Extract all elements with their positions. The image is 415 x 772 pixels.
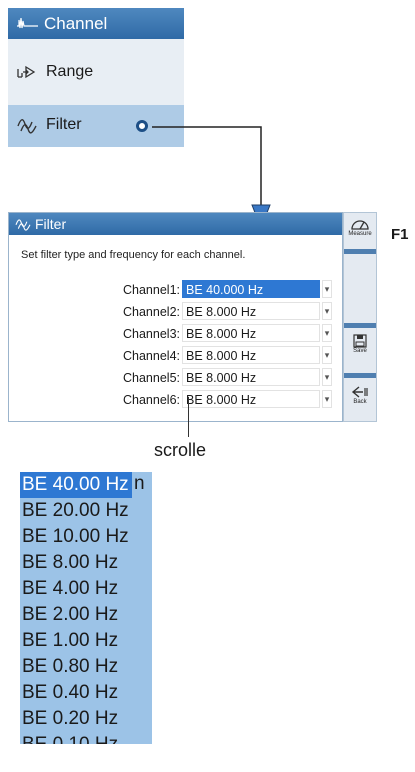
channel-filter-select[interactable]: BE 40.000 Hz bbox=[182, 280, 320, 298]
list-item[interactable]: BE 8.00 Hz bbox=[20, 550, 152, 576]
sidebar-divider bbox=[344, 249, 376, 254]
list-item[interactable]: BE 1.00 Hz bbox=[20, 628, 152, 654]
dropdown-arrow-icon[interactable]: ▾ bbox=[322, 280, 332, 298]
channel-filter-select[interactable]: BE 8.000 Hz bbox=[182, 390, 320, 408]
list-item[interactable]: BE 0.80 Hz bbox=[20, 654, 152, 680]
channel-filter-value: BE 40.000 Hz bbox=[186, 283, 264, 297]
list-item-label: BE 10.00 Hz bbox=[22, 526, 129, 547]
save-button[interactable]: Save bbox=[344, 334, 376, 354]
dropdown-arrow-icon[interactable]: ▾ bbox=[322, 324, 332, 342]
back-button[interactable]: Back bbox=[344, 385, 376, 405]
list-item-label: BE 0.10 Hz bbox=[22, 734, 118, 744]
sidebar-divider bbox=[344, 373, 376, 378]
list-item-label: BE 1.00 Hz bbox=[22, 630, 119, 651]
dialog-title: Filter bbox=[35, 216, 67, 232]
channel-row: Channel6: BE 8.000 Hz ▾ bbox=[9, 390, 342, 410]
list-item-label: BE 4.00 Hz bbox=[22, 578, 119, 599]
sidebar-divider bbox=[344, 323, 376, 328]
list-item[interactable]: BE 0.10 Hz bbox=[20, 732, 152, 744]
list-item-label: BE 2.00 Hz bbox=[22, 604, 119, 625]
dialog-description: Set filter type and frequency for each c… bbox=[21, 249, 246, 261]
dropdown-arrow-icon[interactable]: ▾ bbox=[322, 302, 332, 320]
channel-row: Channel2: BE 8.000 Hz ▾ bbox=[9, 302, 342, 322]
channel-label: Channel1: bbox=[123, 283, 180, 297]
channel-label: Channel4: bbox=[123, 349, 180, 363]
channel-label: Channel5: bbox=[123, 371, 180, 385]
channel-filter-value: BE 8.000 Hz bbox=[186, 349, 257, 363]
channel-filter-select[interactable]: BE 8.000 Hz bbox=[182, 324, 320, 342]
softkey-sidebar: Measure Save Back bbox=[343, 212, 377, 422]
list-item[interactable]: BE 4.00 Hz bbox=[20, 576, 152, 602]
channel-row: Channel3: BE 8.000 Hz ▾ bbox=[9, 324, 342, 344]
back-arrow-icon bbox=[351, 386, 368, 398]
list-item-label: BE 40.00 Hz bbox=[22, 474, 129, 495]
list-item[interactable]: BE 0.40 Hz bbox=[20, 680, 152, 706]
channel-row: Channel5: BE 8.000 Hz ▾ bbox=[9, 368, 342, 388]
measure-button[interactable]: Measure bbox=[344, 217, 376, 237]
save-label: Save bbox=[353, 348, 367, 354]
list-item-label: BE 0.40 Hz bbox=[22, 682, 119, 703]
annotation-line bbox=[188, 397, 189, 437]
dropdown-arrow-icon[interactable]: ▾ bbox=[322, 390, 332, 408]
dialog-header: Filter bbox=[9, 213, 342, 235]
measure-label: Measure bbox=[348, 231, 372, 237]
back-label: Back bbox=[353, 399, 367, 405]
list-item[interactable]: BE 0.20 Hz bbox=[20, 706, 152, 732]
channel-filter-value: BE 8.000 Hz bbox=[186, 393, 257, 407]
channel-label: Channel6: bbox=[123, 393, 180, 407]
channel-filter-select[interactable]: BE 8.000 Hz bbox=[182, 346, 320, 364]
channel-filter-select[interactable]: BE 8.000 Hz bbox=[182, 302, 320, 320]
channel-row: Channel1: BE 40.000 Hz ▾ bbox=[9, 280, 342, 300]
save-icon bbox=[353, 334, 367, 348]
dropdown-arrow-icon[interactable]: ▾ bbox=[322, 368, 332, 386]
channel-label: Channel2: bbox=[123, 305, 180, 319]
channel-filter-value: BE 8.000 Hz bbox=[186, 305, 257, 319]
list-item-label: BE 20.00 Hz bbox=[22, 500, 129, 521]
channel-label: Channel3: bbox=[123, 327, 180, 341]
dropdown-arrow-icon[interactable]: ▾ bbox=[322, 346, 332, 364]
list-item-label: BE 0.20 Hz bbox=[22, 708, 119, 729]
filter-dialog: Filter Set filter type and frequency for… bbox=[8, 212, 343, 422]
list-item-label: BE 0.80 Hz bbox=[22, 656, 119, 677]
list-item[interactable]: BE 2.00 Hz bbox=[20, 602, 152, 628]
gauge-icon bbox=[351, 220, 369, 230]
channel-filter-value: BE 8.000 Hz bbox=[186, 371, 257, 385]
channel-row: Channel4: BE 8.000 Hz ▾ bbox=[9, 346, 342, 366]
list-item[interactable]: BE 20.00 Hz bbox=[20, 498, 152, 524]
list-item-label: BE 8.00 Hz bbox=[22, 552, 119, 573]
f1-key-label: F1 bbox=[391, 226, 409, 243]
channel-filter-select[interactable]: BE 8.000 Hz bbox=[182, 368, 320, 386]
list-overflow-text: n bbox=[134, 473, 145, 494]
list-item[interactable]: BE 10.00 Hz bbox=[20, 524, 152, 550]
filter-icon bbox=[15, 219, 31, 231]
list-item[interactable]: BE 40.00 Hz bbox=[20, 472, 132, 498]
filter-options-list[interactable]: BE 40.00 Hz BE 20.00 Hz BE 10.00 Hz BE 8… bbox=[20, 472, 152, 744]
channel-filter-value: BE 8.000 Hz bbox=[186, 327, 257, 341]
scroll-annotation: scrolle bbox=[154, 440, 207, 460]
